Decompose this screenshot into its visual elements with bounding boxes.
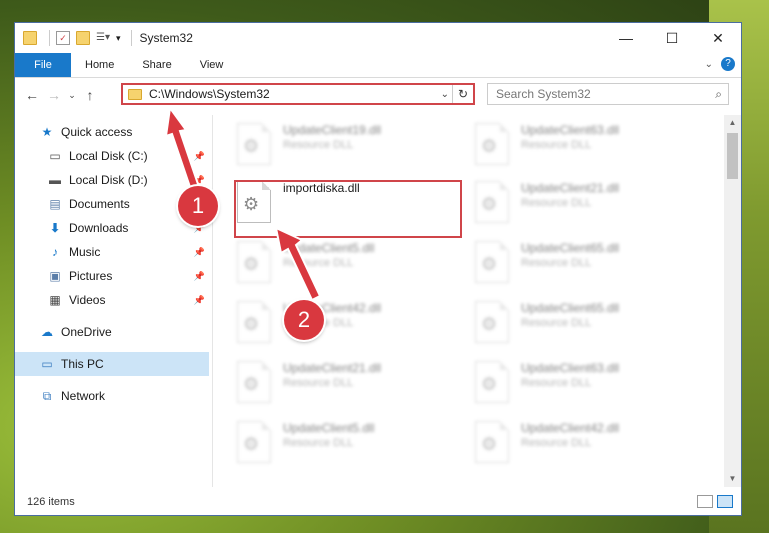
- step-badge-2: 2: [284, 300, 324, 340]
- arrow-2: [274, 226, 322, 302]
- annotation-arrows: [164, 105, 322, 302]
- step-badge-1: 1: [178, 186, 218, 226]
- arrow-1: [164, 105, 202, 195]
